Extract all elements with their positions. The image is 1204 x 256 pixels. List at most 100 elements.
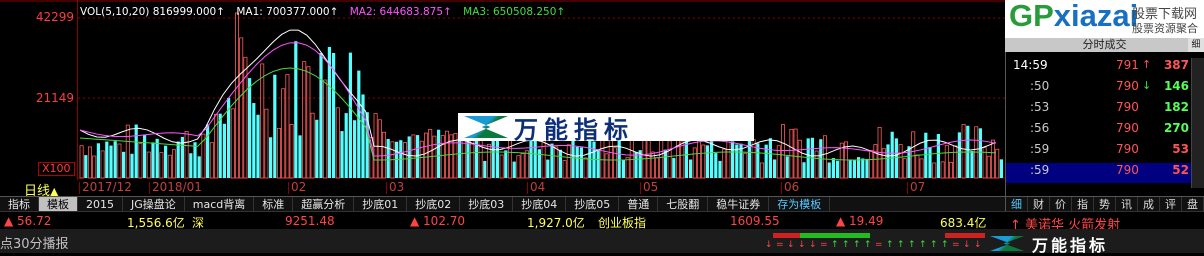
y-axis-line <box>77 0 78 180</box>
arrow-up-icon: ↑ <box>886 240 894 250</box>
trade-price: 790 <box>1116 79 1139 93</box>
tab-jg[interactable]: JG操盘论 <box>123 197 185 212</box>
tab-2015[interactable]: 2015 <box>78 197 123 212</box>
tab-standard[interactable]: 标准 <box>254 197 294 212</box>
trade-price: 790 <box>1116 100 1139 114</box>
tab-template[interactable]: 模板 <box>39 197 78 212</box>
volume-bar <box>537 149 541 178</box>
volume-chart-canvas <box>0 0 1005 196</box>
volume-bar <box>978 128 982 178</box>
trade-time: :50 <box>1030 79 1050 93</box>
rtab-detail[interactable]: 细 <box>1006 197 1028 212</box>
ticker-detail-button[interactable]: 细 <box>1188 38 1204 52</box>
tab-seven[interactable]: 七股翻 <box>658 197 709 212</box>
volume-bar <box>248 78 252 178</box>
volume-bar <box>130 153 134 178</box>
rtab-finance[interactable]: 财 <box>1028 197 1050 212</box>
volume-bar <box>222 123 226 178</box>
rtab-review[interactable]: 评 <box>1160 197 1182 212</box>
trade-volume: 387 <box>1163 58 1189 72</box>
rtab-index[interactable]: 指 <box>1072 197 1094 212</box>
breadth-bar-red <box>773 233 800 238</box>
tab-bottom01[interactable]: 抄底01 <box>354 197 408 212</box>
tab-bottom03[interactable]: 抄底03 <box>460 197 514 212</box>
tab-indicator[interactable]: 指标 <box>0 197 39 212</box>
volume-bar <box>197 156 201 178</box>
x-label: 07 <box>906 180 926 194</box>
tab-super[interactable]: 超赢分析 <box>293 197 355 212</box>
rtab-news[interactable]: 讯 <box>1116 197 1138 212</box>
volume-bar <box>550 143 554 178</box>
volume-bar <box>298 135 302 178</box>
volume-bar <box>474 135 478 178</box>
volume-bar <box>348 52 352 178</box>
site-brand-x: xiazai <box>1053 0 1139 33</box>
index1-change: ▲ 56.72 <box>4 214 52 228</box>
rtab-trend[interactable]: 势 <box>1094 197 1116 212</box>
rtab-board[interactable]: 盘 <box>1182 197 1204 212</box>
breadth-bar-green <box>800 233 870 238</box>
ticker-scrollbar[interactable] <box>1191 58 1204 188</box>
brand-logo-icon <box>990 236 1024 251</box>
trade-volume: 53 <box>1172 142 1189 156</box>
volume-bar <box>189 153 193 178</box>
volume-bar <box>928 147 932 178</box>
volume-bar <box>504 150 508 178</box>
tab-bottom02[interactable]: 抄底02 <box>407 197 461 212</box>
tab-bottom05[interactable]: 抄底05 <box>566 197 620 212</box>
volume-bar <box>579 147 583 178</box>
site-sub2: 股票资源聚合 <box>1132 22 1198 35</box>
trade-row: :53 790 182 <box>1006 100 1191 120</box>
volume-bar <box>109 145 113 178</box>
volume-bar <box>672 158 676 178</box>
trade-time: 14:59 <box>1013 58 1048 72</box>
right-panel-tabs: 细 财 价 指 势 讯 成 评 盘 <box>1006 196 1204 212</box>
arrow-up-icon: ↑ <box>831 240 839 250</box>
tab-normal[interactable]: 普通 <box>619 197 659 212</box>
tab-save-template[interactable]: 存为模板 <box>769 197 831 212</box>
trade-time: :56 <box>1030 121 1050 135</box>
equal-icon: = <box>820 240 828 250</box>
x-label: 2017/12 <box>79 180 132 194</box>
volume-bar <box>714 153 718 178</box>
volume-bar <box>907 146 911 178</box>
trade-price: 790 <box>1116 121 1139 135</box>
trade-row-selected[interactable]: :59 790 52 <box>1006 163 1191 183</box>
trade-volume: 146 <box>1163 79 1189 93</box>
volume-bar <box>718 160 722 178</box>
volume-bar <box>861 158 865 178</box>
volume-bar <box>122 151 126 178</box>
vol-legend: VOL(5,10,20) 816999.000↑ <box>80 6 225 18</box>
volume-bar <box>773 159 777 178</box>
volume-bar <box>999 159 1003 178</box>
trade-volume: 52 <box>1172 163 1189 177</box>
volume-bar <box>512 161 516 178</box>
ma2-legend: MA2: 644683.875↑ <box>349 6 452 18</box>
volume-bar <box>437 129 441 178</box>
tab-macd[interactable]: macd背离 <box>185 197 255 212</box>
arrow-down-icon: ↓ <box>765 240 773 250</box>
volume-bar <box>315 119 319 178</box>
volume-bar <box>357 70 361 178</box>
rtab-price[interactable]: 价 <box>1050 197 1072 212</box>
volume-bar <box>155 138 159 178</box>
volume-bar <box>546 159 550 178</box>
index2-change: ▲ 102.70 <box>410 214 466 228</box>
rtab-stocks[interactable]: 成 <box>1138 197 1160 212</box>
tab-bull[interactable]: 稳牛证券 <box>708 197 770 212</box>
volume-bar <box>852 159 856 178</box>
x-label: 04 <box>526 180 546 194</box>
arrow-down-icon: ↓ <box>787 240 795 250</box>
trade-row: 14:59 791 ↑ 387 <box>1006 58 1191 78</box>
index3-change: ▲ 19.49 <box>836 214 884 228</box>
scroll-broadcast[interactable]: 点30分播报 <box>0 233 69 252</box>
tab-bottom04[interactable]: 抄底04 <box>513 197 567 212</box>
volume-bar <box>252 103 256 178</box>
scale-label[interactable]: X100 <box>38 162 75 176</box>
volume-bar <box>218 113 222 178</box>
volume-bar <box>206 124 210 178</box>
trade-volume: 182 <box>1163 100 1189 114</box>
arrow-down-icon: ↓ <box>974 240 982 250</box>
volume-chart[interactable]: 42299 21149 VOL(5,10,20) 816999.000↑ MA1… <box>0 0 1005 199</box>
volume-bar <box>768 138 772 178</box>
